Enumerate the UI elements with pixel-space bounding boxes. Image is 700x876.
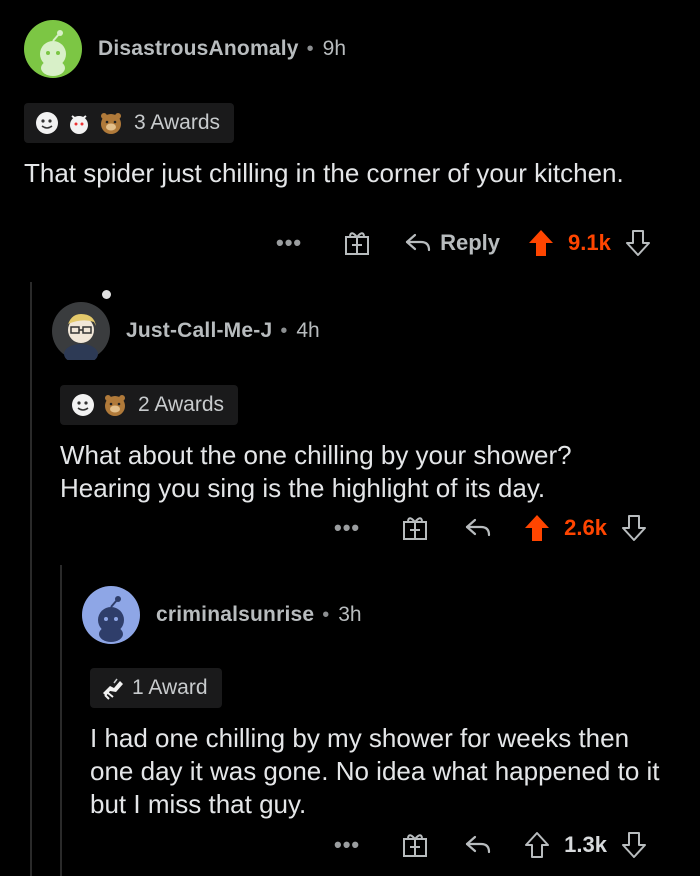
downvote-button[interactable] <box>625 229 651 257</box>
more-options-button[interactable]: ••• <box>334 515 360 541</box>
comment-header: Just-Call-Me-J • 4h <box>52 290 682 364</box>
avatar[interactable] <box>52 290 111 364</box>
comment-actions: ••• 1.3k <box>334 830 647 860</box>
username[interactable]: Just-Call-Me-J <box>126 319 272 343</box>
comment-disastrousanomaly: DisastrousAnomaly • 9h 3 Awards That spi… <box>24 20 684 190</box>
helpful-hand-award-icon <box>103 678 123 700</box>
reply-arrow-icon <box>466 518 491 537</box>
score: 9.1k <box>568 230 611 255</box>
more-options-button[interactable]: ••• <box>334 832 360 858</box>
timestamp: 9h <box>322 37 346 60</box>
online-indicator <box>102 290 111 299</box>
upvote-filled-icon <box>525 515 550 541</box>
comment-header: DisastrousAnomaly • 9h <box>24 20 684 78</box>
upvote-button[interactable] <box>524 831 550 859</box>
upvote-button[interactable] <box>528 229 554 257</box>
comment-body: That spider just chilling in the corner … <box>24 158 624 188</box>
reply-button[interactable] <box>464 515 492 541</box>
downvote-button[interactable] <box>621 514 647 542</box>
awards-label: 3 Awards <box>134 111 220 134</box>
score: 1.3k <box>564 832 607 857</box>
thread-line-level-1[interactable] <box>30 282 32 876</box>
snoo-award-icon <box>70 115 88 134</box>
timestamp: 4h <box>296 319 320 342</box>
reply-label: Reply <box>440 230 501 255</box>
upvote-filled-icon <box>529 230 554 256</box>
awards-badge[interactable]: 3 Awards <box>24 103 234 143</box>
reply-arrow-icon <box>406 233 431 252</box>
downvote-button[interactable] <box>621 831 647 859</box>
thread-line-level-2[interactable] <box>60 565 62 876</box>
give-award-button[interactable] <box>400 513 430 543</box>
reply-button[interactable] <box>464 832 492 858</box>
give-award-button[interactable] <box>400 830 430 860</box>
upvote-button[interactable] <box>524 514 550 542</box>
awards-badge[interactable]: 1 Award <box>90 668 222 708</box>
gift-icon <box>403 517 428 540</box>
comment-body: What about the one chilling by your show… <box>60 440 572 503</box>
username[interactable]: criminalsunrise <box>156 603 314 627</box>
awards-label: 2 Awards <box>138 393 224 416</box>
more-options-button[interactable]: ••• <box>276 230 302 256</box>
comment-criminalsunrise: criminalsunrise • 3h 1 Award I had one c… <box>82 586 692 821</box>
avatar[interactable] <box>24 20 82 78</box>
reply-arrow-icon <box>466 835 491 854</box>
comment-just-call-me-j: Just-Call-Me-J • 4h 2 Awards What about … <box>52 290 682 505</box>
bear-award-icon <box>101 113 121 134</box>
comment-header: criminalsunrise • 3h <box>82 586 692 644</box>
comment-body: I had one chilling by my shower for week… <box>90 723 660 819</box>
snoo-avatar-icon <box>40 30 66 76</box>
comment-actions: ••• Reply 9.1k <box>276 228 651 258</box>
gift-icon <box>345 232 370 255</box>
upvote-outline-icon <box>525 832 550 858</box>
wholesome-award-icon <box>72 394 94 416</box>
score: 2.6k <box>564 515 607 540</box>
give-award-button[interactable] <box>342 228 372 258</box>
awards-badge[interactable]: 2 Awards <box>60 385 238 425</box>
downvote-icon <box>625 230 650 256</box>
awards-label: 1 Award <box>132 676 208 699</box>
separator-dot: • <box>306 37 314 60</box>
avatar[interactable] <box>82 586 140 644</box>
timestamp: 3h <box>338 603 362 626</box>
separator-dot: • <box>322 603 330 626</box>
gift-icon <box>403 834 428 857</box>
username[interactable]: DisastrousAnomaly <box>98 37 299 61</box>
snoo-avatar-icon <box>98 596 124 642</box>
bear-award-icon <box>105 395 125 416</box>
comment-actions: ••• 2.6k <box>334 513 647 543</box>
separator-dot: • <box>280 319 288 342</box>
wholesome-award-icon <box>36 112 58 134</box>
snoo-avatar-icon <box>64 314 98 364</box>
reply-button[interactable]: Reply <box>404 230 500 256</box>
downvote-icon <box>621 832 646 858</box>
downvote-icon <box>621 515 646 541</box>
